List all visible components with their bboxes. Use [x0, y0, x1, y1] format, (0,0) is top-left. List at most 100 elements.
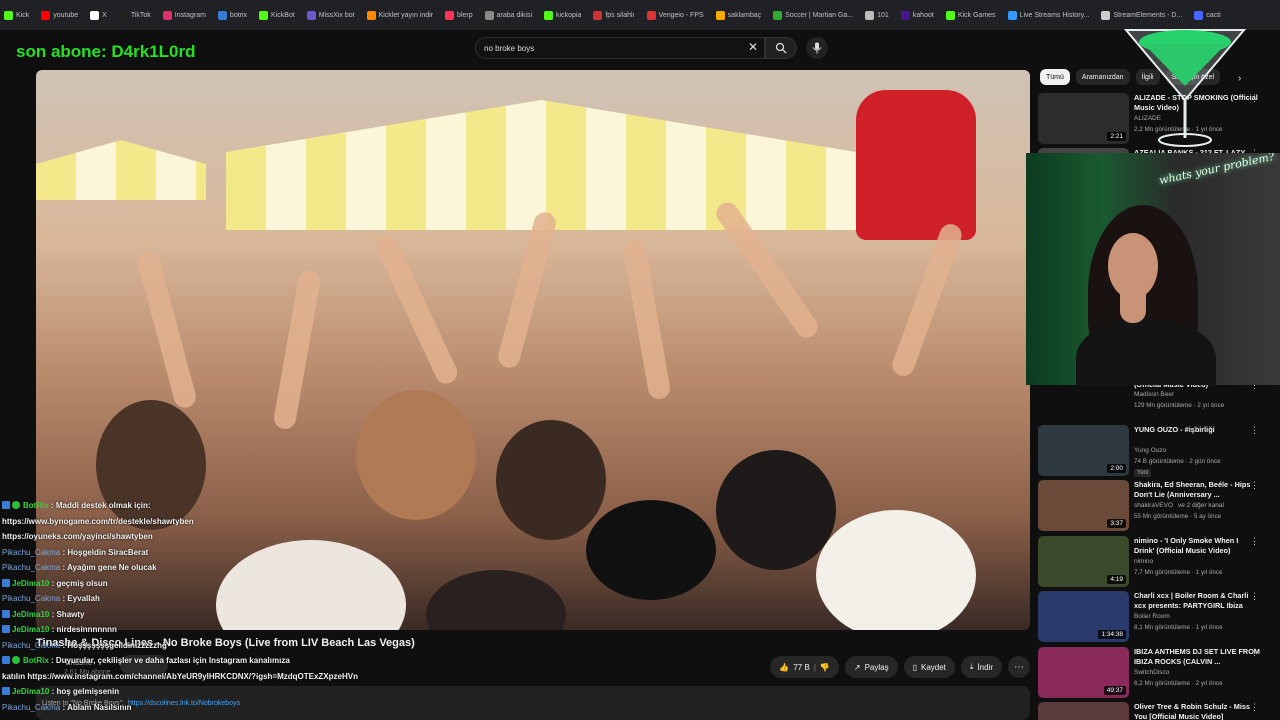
- search-button[interactable]: [765, 37, 797, 59]
- download-button[interactable]: ⤓ İndir: [960, 656, 1002, 678]
- recommendation-meta: 129 Mn görüntüleme · 2 yıl önce: [1134, 402, 1225, 409]
- voice-search-button[interactable]: [806, 37, 828, 59]
- recommendation-item[interactable]: Oliver Tree & Robin Schulz - Miss You [O…: [1038, 702, 1278, 720]
- recommendation-title[interactable]: nimino - 'I Only Smoke When I Drink' (Of…: [1134, 536, 1260, 556]
- search-input[interactable]: no broke boys: [475, 37, 765, 59]
- bookmark-item[interactable]: botrix: [217, 10, 247, 20]
- video-thumbnail[interactable]: 2:00: [1038, 425, 1129, 476]
- like-button[interactable]: 👍 77 B | 👎: [770, 656, 839, 678]
- recommendation-title[interactable]: Shakira, Ed Sheeran, Beéle - Hips Don't …: [1134, 480, 1260, 500]
- recommendation-item[interactable]: 3:37 Shakira, Ed Sheeran, Beéle - Hips Do…: [1038, 480, 1278, 534]
- bookmark-favicon-icon: [773, 10, 783, 20]
- bookmark-item[interactable]: kahoot: [900, 10, 934, 20]
- chat-username[interactable]: BotRix: [23, 501, 49, 510]
- more-vert-icon[interactable]: ⋮: [1250, 536, 1259, 547]
- bookmark-favicon-icon: [366, 10, 376, 20]
- bookmark-item[interactable]: saklambaç: [715, 10, 761, 20]
- more-vert-icon[interactable]: ⋮: [1250, 425, 1259, 436]
- bookmark-label: KickBot: [271, 11, 295, 19]
- recommendation-channel[interactable]: SwitchDisco: [1134, 669, 1169, 676]
- thumbs-up-icon: 👍: [779, 662, 790, 672]
- video-thumbnail[interactable]: 1:34:38: [1038, 591, 1129, 642]
- video-thumbnail[interactable]: 49:37: [1038, 647, 1129, 698]
- badge-icon: [2, 578, 10, 587]
- bookmark-favicon-icon: [945, 10, 955, 20]
- chat-text: Maddi destek olmak için:: [55, 501, 151, 510]
- share-button[interactable]: ↗ Paylaş: [844, 656, 898, 678]
- recommendation-title[interactable]: Oliver Tree & Robin Schulz - Miss You [O…: [1134, 702, 1260, 720]
- recommendation-channel[interactable]: shakiraVEVO: [1134, 502, 1173, 509]
- recommendation-item[interactable]: 4:19 nimino - 'I Only Smoke When I Drink'…: [1038, 536, 1278, 590]
- chat-text: hoş gelmişsenin: [56, 687, 120, 696]
- chat-username[interactable]: BotRix: [23, 656, 49, 665]
- bookmark-item[interactable]: StreamElements - D...: [1101, 10, 1182, 20]
- more-vert-icon[interactable]: ⋮: [1250, 702, 1259, 713]
- recommendation-channel[interactable]: nimino: [1134, 558, 1153, 565]
- chat-text: Hoşşşşşşşgelldinizzzzzhğ: [67, 640, 167, 650]
- recommendation-title[interactable]: IBIZA ANTHEMS DJ SET LIVE FROM IBIZA ROC…: [1134, 647, 1260, 667]
- chat-message: Pikachu_Cakma : Hoşşşşşşşgelldinizzzzzhğ: [2, 638, 362, 654]
- chat-username[interactable]: Pikachu_Cakma: [2, 703, 60, 712]
- bookmark-item[interactable]: Live Streams History...: [1007, 10, 1089, 20]
- more-vert-icon[interactable]: ⋮: [1250, 93, 1259, 104]
- bookmark-item[interactable]: Kick Games: [945, 10, 996, 20]
- video-thumbnail[interactable]: 4:19: [1038, 536, 1129, 587]
- bookmark-item[interactable]: blerp: [445, 10, 473, 20]
- bookmark-item[interactable]: 101: [865, 10, 889, 20]
- video-thumbnail[interactable]: 2:21: [1038, 93, 1129, 144]
- recommendation-channel[interactable]: Yung Ouzo: [1134, 447, 1166, 454]
- video-thumbnail[interactable]: 3:37: [1038, 480, 1129, 531]
- recommendation-channel[interactable]: Boiler Room: [1134, 613, 1170, 620]
- chat-username[interactable]: Pikachu_Cakma: [2, 548, 60, 557]
- chat-message: BotRix : Maddi destek olmak için:: [2, 498, 362, 514]
- recommendation-item[interactable]: 49:37 IBIZA ANTHEMS DJ SET LIVE FROM IBIZ…: [1038, 647, 1278, 701]
- filter-chip[interactable]: Tümü: [1040, 69, 1070, 85]
- bookmark-item[interactable]: araba dikisi: [484, 10, 533, 20]
- bookmark-item[interactable]: Instagram: [162, 10, 206, 20]
- bookmark-item[interactable]: Soccer | Martian Ga...: [773, 10, 853, 20]
- more-vert-icon[interactable]: ⋮: [1250, 591, 1259, 602]
- bookmark-item[interactable]: MissXix bot: [306, 10, 355, 20]
- chat-username[interactable]: JeDima10: [12, 687, 49, 696]
- bookmark-item[interactable]: fps silahlı: [593, 10, 635, 20]
- chat-username[interactable]: JeDima10: [12, 625, 49, 634]
- bookmark-item[interactable]: KickBot: [259, 10, 295, 20]
- recommendation-title[interactable]: Charli xcx | Boiler Room & Charli xcx pr…: [1134, 591, 1260, 611]
- bookmark-item[interactable]: cacti: [1194, 10, 1221, 20]
- bookmark-item[interactable]: TikTok: [118, 10, 151, 20]
- bookmark-label: Instagram: [174, 11, 206, 19]
- more-vert-icon[interactable]: ⋮: [1250, 480, 1259, 491]
- crowd-head: [496, 420, 606, 540]
- recommendation-meta: 6,2 Mn görüntüleme · 2 yıl önce: [1134, 680, 1223, 687]
- bookmark-item[interactable]: Kicklet yayın indir: [366, 10, 433, 20]
- bookmark-favicon-icon: [484, 10, 494, 20]
- chat-username[interactable]: JeDima10: [12, 610, 49, 619]
- save-button[interactable]: ▯ Kaydet: [903, 656, 955, 678]
- bookmark-item[interactable]: kickopia: [544, 10, 581, 20]
- bookmark-item[interactable]: Vengeio - FPS: [646, 10, 704, 20]
- bookmark-favicon-icon: [544, 10, 554, 20]
- more-options-button[interactable]: ⋯: [1008, 656, 1030, 678]
- more-vert-icon[interactable]: ⋮: [1250, 647, 1259, 658]
- recommendation-channel[interactable]: Madison Beer: [1134, 391, 1174, 398]
- clear-search-icon[interactable]: ✕: [748, 40, 758, 54]
- chat-message: Pikachu_Cakma : Eyvallah: [2, 591, 362, 607]
- bookmark-item[interactable]: Kick: [4, 10, 30, 20]
- chat-username[interactable]: Pikachu_Cakma: [2, 641, 60, 650]
- bookmark-item[interactable]: X: [90, 10, 107, 20]
- bookmark-item[interactable]: youtube: [41, 10, 78, 20]
- recommendation-item[interactable]: 1:34:38 Charli xcx | Boiler Room & Charli…: [1038, 591, 1278, 645]
- microphone-icon: [812, 42, 822, 54]
- recommendation-meta: 7,7 Mn görüntüleme · 1 yıl önce: [1134, 569, 1223, 576]
- recommendation-title[interactable]: YUNG OUZO - #işbirliği: [1134, 425, 1260, 435]
- video-thumbnail[interactable]: [1038, 702, 1129, 720]
- bookmark-label: Kick: [16, 11, 30, 19]
- chat-username[interactable]: JeDima10: [12, 579, 49, 588]
- chat-username[interactable]: Pikachu_Cakma: [2, 594, 60, 603]
- recommendation-meta: 74 B görüntüleme · 2 gün önce: [1134, 458, 1221, 465]
- bookmark-label: araba dikisi: [496, 11, 533, 19]
- chat-username[interactable]: Pikachu_Cakma: [2, 563, 60, 572]
- thumbs-down-icon[interactable]: 👎: [820, 663, 830, 672]
- chat-text: Duyurular, çekilişler ve daha fazlası iç…: [55, 656, 290, 665]
- recommendation-item[interactable]: 2:00 YUNG OUZO - #işbirliği Yung Ouzo 74 B …: [1038, 425, 1278, 479]
